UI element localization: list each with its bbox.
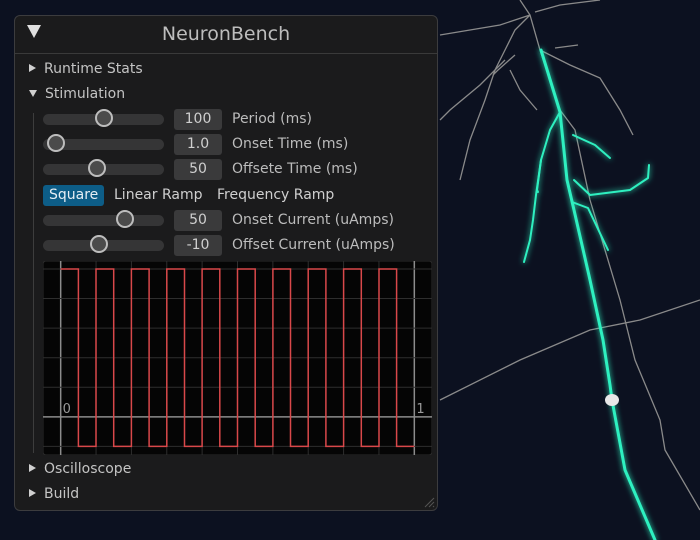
slider-label: Onset Current (uAmps) [232,212,394,228]
value-field[interactable]: 50 [174,159,222,180]
waveform-linear-ramp-button[interactable]: Linear Ramp [108,185,208,206]
slider-track[interactable] [43,235,164,253]
window-title: NeuronBench [161,23,291,45]
slider-knob[interactable] [94,109,113,127]
section-build[interactable]: Build [29,486,79,502]
title-bar[interactable]: NeuronBench [15,16,437,54]
slider-knob[interactable] [47,134,66,152]
resize-grip-icon[interactable] [423,496,435,508]
section-label: Build [44,486,80,502]
slider-knob[interactable] [116,210,135,228]
x-tick-label: 0 [63,402,71,417]
x-tick-label: 1 [416,402,424,417]
slider-label: Offset Current (uAmps) [232,237,395,253]
slider-knob[interactable] [90,235,109,253]
probe-marker[interactable] [605,394,619,406]
inactive-dendrites [439,0,700,511]
section-label: Oscilloscope [44,461,132,477]
slider-label: Onset Time (ms) [232,136,349,152]
section-stimulation[interactable]: Stimulation [29,86,125,102]
value-field[interactable]: 100 [174,109,222,130]
triangle-right-icon [29,464,36,472]
section-oscilloscope[interactable]: Oscilloscope [29,461,131,477]
value-field[interactable]: -10 [174,235,222,256]
waveform-square-button[interactable]: Square [43,185,105,206]
slider-row: 100 Period (ms) [43,109,433,130]
value-field[interactable]: 1.0 [174,134,222,155]
slider-track[interactable] [43,134,164,152]
waveform-selector: Square Linear Ramp Frequency Ramp [43,185,433,206]
collapse-triangle-icon[interactable] [27,25,41,38]
stimulus-plot: 01 [43,261,432,455]
neuronbench-panel: NeuronBench Runtime Stats Stimulation 10… [14,15,438,511]
indent-guide [33,113,34,453]
active-neuron [523,48,657,540]
slider-row: 50 Onset Current (uAmps) [43,210,433,231]
slider-knob[interactable] [88,159,107,177]
slider-label: Offsete Time (ms) [232,161,358,177]
slider-label: Period (ms) [232,111,312,127]
section-label: Stimulation [45,86,126,102]
section-runtime-stats[interactable]: Runtime Stats [29,61,143,77]
section-label: Runtime Stats [44,61,143,77]
slider-track[interactable] [43,109,164,127]
slider-row: 50 Offsete Time (ms) [43,159,433,180]
slider-row: 1.0 Onset Time (ms) [43,134,433,155]
slider-row: -10 Offset Current (uAmps) [43,235,433,256]
triangle-right-icon [29,489,36,497]
waveform-frequency-ramp-button[interactable]: Frequency Ramp [211,185,340,206]
triangle-right-icon [29,64,36,72]
square-wave-series [60,268,415,448]
slider-track[interactable] [43,159,164,177]
slider-track[interactable] [43,210,164,228]
triangle-down-icon [29,90,37,97]
value-field[interactable]: 50 [174,210,222,231]
